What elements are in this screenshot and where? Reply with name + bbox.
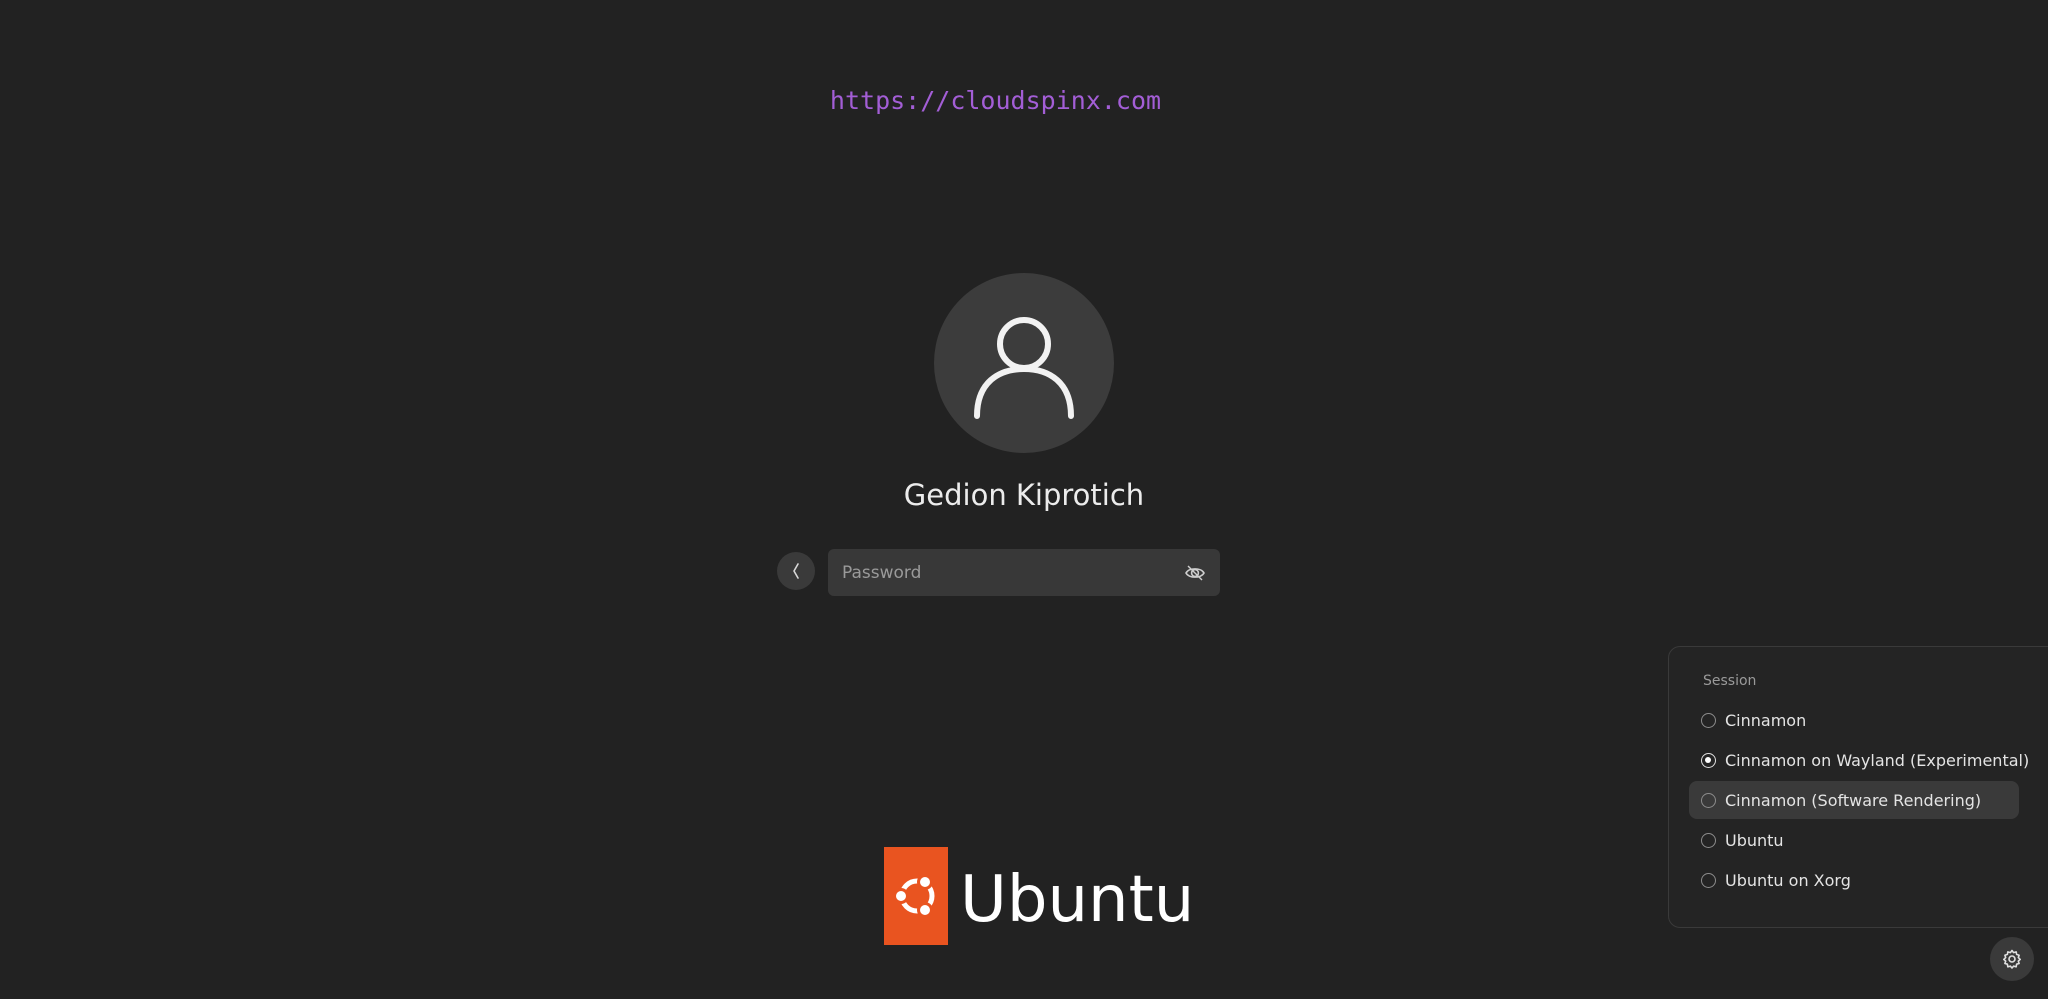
reveal-password-button[interactable] <box>1184 562 1206 584</box>
session-radio-selected[interactable] <box>1701 752 1716 768</box>
session-radio[interactable] <box>1701 832 1716 848</box>
chevron-left-icon <box>793 563 799 579</box>
password-field[interactable] <box>828 549 1220 596</box>
login-screen: https://cloudspinx.com Gedion Kiprotich <box>0 0 2048 999</box>
session-item-label: Ubuntu on Xorg <box>1725 870 1851 890</box>
password-input[interactable] <box>828 549 1168 596</box>
session-menu: Session Cinnamon Cinnamon on Wayland (Ex… <box>1668 646 2048 928</box>
watermark-url: https://cloudspinx.com <box>0 86 2048 115</box>
user-name: Gedion Kiprotich <box>903 478 1145 512</box>
session-radio[interactable] <box>1701 712 1716 728</box>
session-settings-button[interactable] <box>1990 937 2034 981</box>
watermark-text: https://cloudspinx.com <box>829 86 1162 115</box>
session-item-label: Cinnamon <box>1725 710 1807 730</box>
ubuntu-logo-mark <box>884 847 948 945</box>
gear-icon <box>2003 949 2021 969</box>
session-radio[interactable] <box>1701 872 1716 888</box>
back-button[interactable] <box>777 552 815 590</box>
session-item-cinnamon-software[interactable]: Cinnamon (Software Rendering) <box>1689 781 2019 819</box>
avatar <box>934 273 1114 453</box>
session-menu-title: Session <box>1703 673 1757 689</box>
eye-icon <box>1185 565 1205 581</box>
session-item-ubuntu-xorg[interactable]: Ubuntu on Xorg <box>1689 861 2019 899</box>
session-item-ubuntu[interactable]: Ubuntu <box>1689 821 2019 859</box>
user-silhouette-icon <box>974 317 1074 419</box>
session-item-label: Cinnamon (Software Rendering) <box>1725 790 1982 810</box>
ubuntu-wordmark: Ubuntu <box>960 863 1195 937</box>
session-radio[interactable] <box>1701 792 1716 808</box>
session-item-cinnamon[interactable]: Cinnamon <box>1689 701 2019 739</box>
session-item-label: Ubuntu <box>1725 830 1784 850</box>
circle-of-friends-icon <box>893 874 935 918</box>
session-item-label: Cinnamon on Wayland (Experimental) <box>1725 750 2030 770</box>
ubuntu-logo: Ubuntu <box>884 847 1194 945</box>
session-item-cinnamon-wayland[interactable]: Cinnamon on Wayland (Experimental) <box>1689 741 2029 779</box>
